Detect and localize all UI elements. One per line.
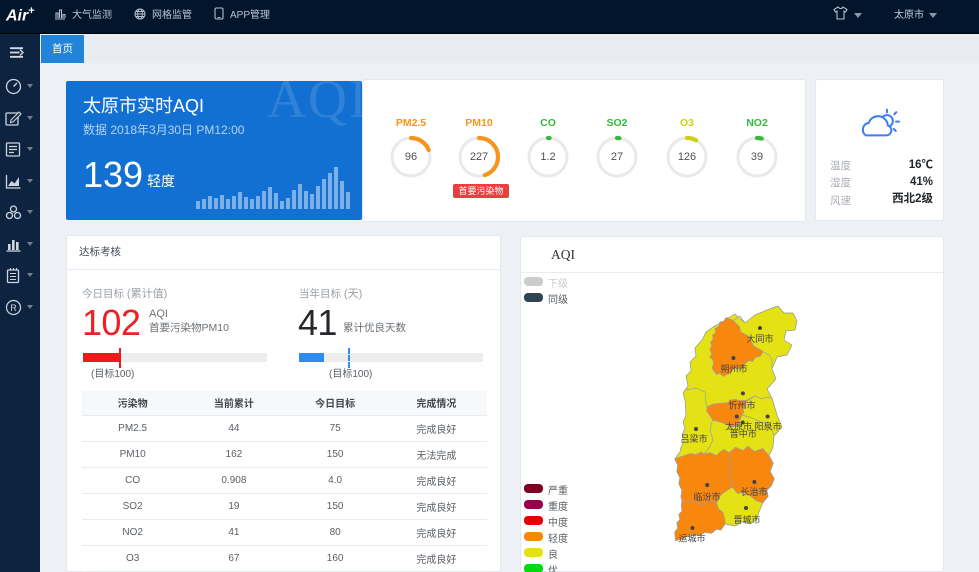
svg-text:R: R (10, 303, 17, 313)
svg-text:运城市: 运城市 (678, 533, 705, 544)
svg-text:大同市: 大同市 (746, 333, 773, 344)
svg-text:晋中市: 晋中市 (730, 428, 757, 439)
svg-text:吕梁市: 吕梁市 (680, 433, 707, 444)
svg-text:阳泉市: 阳泉市 (754, 421, 781, 432)
svg-text:晋城市: 晋城市 (733, 514, 760, 525)
svg-text:长治市: 长治市 (740, 486, 767, 497)
svg-text:忻州市: 忻州市 (728, 400, 755, 411)
svg-text:朔州市: 朔州市 (720, 363, 747, 374)
svg-text:临汾市: 临汾市 (693, 491, 720, 502)
